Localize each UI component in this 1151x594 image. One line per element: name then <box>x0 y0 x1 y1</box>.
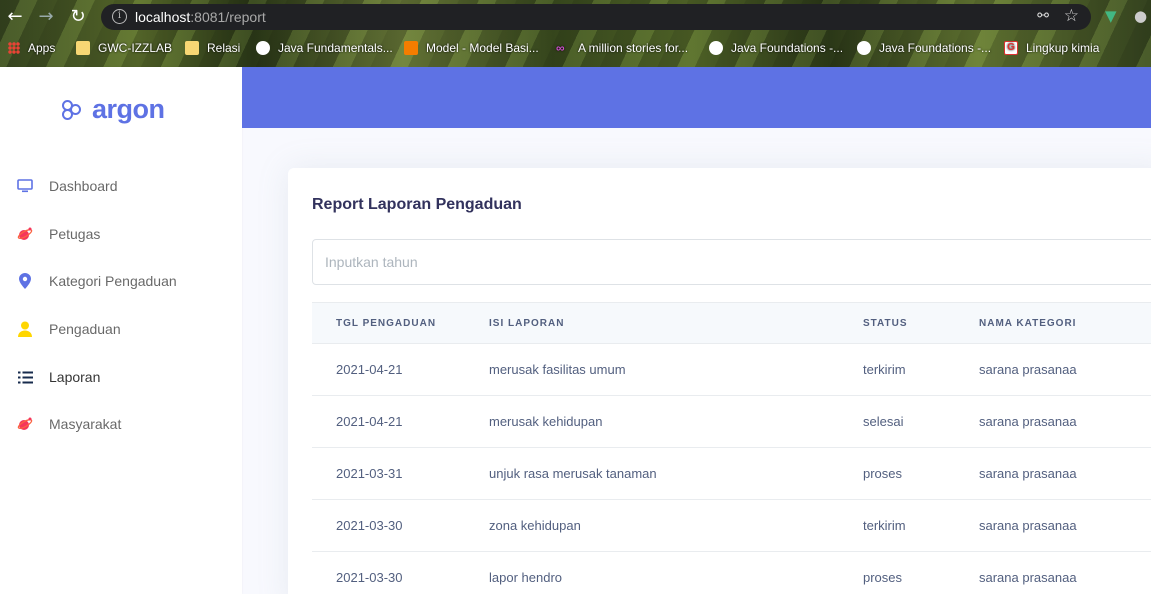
folder-icon <box>185 41 199 55</box>
url-path: :8081/report <box>190 9 266 25</box>
bookmark-java-foundations-2[interactable]: Java Foundations -... <box>857 39 991 57</box>
brand-name: argon <box>92 94 165 124</box>
star-icon[interactable]: ☆ <box>1064 6 1079 26</box>
argon-logo-icon <box>62 99 84 120</box>
g-icon: G <box>1004 41 1018 55</box>
pin-icon <box>17 273 33 289</box>
user-icon <box>17 321 33 337</box>
monitor-icon <box>17 178 33 194</box>
bookmark-lingkup-kimia[interactable]: G Lingkup kimia <box>1004 39 1099 57</box>
bookmark-gwc-izzlab[interactable]: GWC-IZZLAB <box>76 39 172 57</box>
cell-report: unjuk rasa merusak tanaman <box>489 466 657 481</box>
cell-date: 2021-03-30 <box>336 518 403 533</box>
reload-icon[interactable]: ↻ <box>67 6 89 28</box>
bookmark-million-stories[interactable]: ∞ A million stories for... <box>556 39 688 57</box>
forward-arrow-icon[interactable]: → <box>35 6 57 28</box>
header-band <box>242 67 1151 128</box>
vue-extension-icon[interactable]: ▼ <box>1105 7 1117 25</box>
sidebar-item-petugas[interactable]: Petugas <box>0 214 242 254</box>
sidebar-item-label: Kategori Pengaduan <box>49 273 177 289</box>
cell-category: sarana prasanaa <box>979 466 1077 481</box>
table-header-row: TGL PENGADUAN ISI LAPORAN STATUS NAMA KA… <box>312 302 1151 344</box>
apps-grid-icon <box>8 42 20 54</box>
planet-icon <box>17 226 33 242</box>
list-icon <box>17 369 33 385</box>
sidebar-item-dashboard[interactable]: Dashboard <box>0 166 242 206</box>
infinity-icon: ∞ <box>556 41 565 55</box>
bookmark-apps[interactable]: Apps <box>8 39 55 57</box>
bookmarks-bar: Apps GWC-IZZLAB Relasi Java Fundamentals… <box>0 36 1151 60</box>
globe-icon <box>857 41 871 55</box>
sidebar-item-label: Pengaduan <box>49 321 121 337</box>
sidebar-item-label: Laporan <box>49 369 101 385</box>
sidebar-item-label: Petugas <box>49 226 101 242</box>
cell-report: merusak kehidupan <box>489 414 603 429</box>
cell-category: sarana prasanaa <box>979 414 1077 429</box>
column-header-status[interactable]: STATUS <box>863 303 979 344</box>
bookmark-java-foundations-1[interactable]: Java Foundations -... <box>709 39 843 57</box>
cell-status: proses <box>863 570 903 585</box>
bookmark-label: Lingkup kimia <box>1026 41 1100 55</box>
table-row[interactable]: 2021-03-30 lapor hendro proses sarana pr… <box>312 552 1151 594</box>
sidebar-item-label: Dashboard <box>49 178 118 194</box>
year-input[interactable] <box>312 239 1151 285</box>
sidebar-item-masyarakat[interactable]: Masyarakat <box>0 404 242 444</box>
cell-report: zona kehidupan <box>489 518 581 533</box>
bookmark-java-fundamentals[interactable]: Java Fundamentals... <box>256 39 393 57</box>
sidebar-item-pengaduan[interactable]: Pengaduan <box>0 309 242 349</box>
blogger-icon <box>404 41 418 55</box>
cell-status: terkirim <box>863 362 906 377</box>
sidebar: argon Dashboard Petugas Kategori Pengadu… <box>0 67 242 594</box>
folder-icon <box>76 41 90 55</box>
bookmark-model-basis[interactable]: Model - Model Basi... <box>404 39 539 57</box>
globe-icon <box>256 41 270 55</box>
cell-date: 2021-03-30 <box>336 570 403 585</box>
cell-status: selesai <box>863 414 904 429</box>
cell-report: lapor hendro <box>489 570 562 585</box>
bookmark-label: Model - Model Basi... <box>426 41 539 55</box>
cell-category: sarana prasanaa <box>979 570 1077 585</box>
key-icon[interactable]: ⚯ <box>1037 8 1049 24</box>
bookmark-label: A million stories for... <box>578 41 689 55</box>
cell-report: merusak fasilitas umum <box>489 362 626 377</box>
globe-icon <box>709 41 723 55</box>
table-row[interactable]: 2021-04-21 merusak fasilitas umum terkir… <box>312 344 1151 396</box>
cell-date: 2021-04-21 <box>336 362 403 377</box>
brand-logo[interactable]: argon <box>62 94 165 125</box>
page-title: Report Laporan Pengaduan <box>312 196 522 213</box>
column-header-isi[interactable]: ISI LAPORAN <box>489 303 863 344</box>
globe-extension-icon[interactable]: ● <box>1134 7 1147 25</box>
cell-status: terkirim <box>863 518 906 533</box>
bookmark-label: Java Foundations -... <box>879 41 992 55</box>
url-text[interactable]: localhost:8081/report <box>135 9 266 25</box>
planet-icon <box>17 416 33 432</box>
bookmark-relasi[interactable]: Relasi <box>185 39 240 57</box>
bookmark-label: Java Fundamentals... <box>278 41 393 55</box>
report-card: Report Laporan Pengaduan TGL PENGADUAN I… <box>288 168 1151 594</box>
url-host: localhost <box>135 9 191 25</box>
sidebar-item-label: Masyarakat <box>49 416 122 432</box>
table-row[interactable]: 2021-03-31 unjuk rasa merusak tanaman pr… <box>312 448 1151 500</box>
cell-date: 2021-03-31 <box>336 466 403 481</box>
column-header-tgl[interactable]: TGL PENGADUAN <box>312 303 489 344</box>
back-arrow-icon[interactable]: ← <box>4 6 26 28</box>
bookmark-label: Relasi <box>207 41 241 55</box>
cell-date: 2021-04-21 <box>336 414 403 429</box>
table-row[interactable]: 2021-04-21 merusak kehidupan selesai sar… <box>312 396 1151 448</box>
cell-category: sarana prasanaa <box>979 518 1077 533</box>
column-header-kategori[interactable]: NAMA KATEGORI <box>979 303 1151 344</box>
bookmark-label: GWC-IZZLAB <box>98 41 172 55</box>
cell-status: proses <box>863 466 903 481</box>
info-icon[interactable]: i <box>112 9 127 24</box>
report-table: TGL PENGADUAN ISI LAPORAN STATUS NAMA KA… <box>312 302 1151 594</box>
sidebar-item-kategori-pengaduan[interactable]: Kategori Pengaduan <box>0 261 242 301</box>
cell-category: sarana prasanaa <box>979 362 1077 377</box>
bookmark-label: Java Foundations -... <box>731 41 844 55</box>
address-bar[interactable]: i localhost:8081/report ⚯ ☆ <box>101 4 1091 30</box>
table-row[interactable]: 2021-03-30 zona kehidupan terkirim saran… <box>312 500 1151 552</box>
browser-chrome: ← → ↻ i localhost:8081/report ⚯ ☆ ▼ ● Ap… <box>0 0 1151 67</box>
bookmark-label: Apps <box>28 41 56 55</box>
sidebar-item-laporan[interactable]: Laporan <box>0 357 242 397</box>
